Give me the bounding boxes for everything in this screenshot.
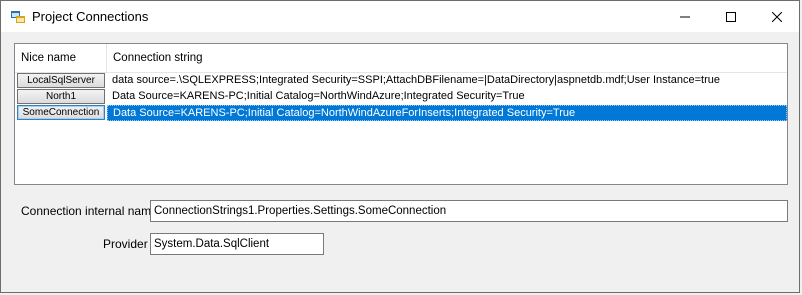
- connection-string-cell[interactable]: Data Source=KARENS-PC;Initial Catalog=No…: [107, 89, 787, 105]
- column-header-connection-string[interactable]: Connection string: [107, 44, 787, 72]
- internal-name-label: Connection internal name: [21, 204, 158, 218]
- internal-name-field[interactable]: ConnectionStrings1.Properties.Settings.S…: [150, 200, 788, 222]
- minimize-icon: [680, 16, 690, 17]
- project-connections-window: Project Connections Nice name Connection…: [0, 0, 800, 293]
- table-row[interactable]: LocalSqlServer data source=.\SQLEXPRESS;…: [15, 73, 787, 89]
- connection-string-cell[interactable]: data source=.\SQLEXPRESS;Integrated Secu…: [107, 73, 787, 89]
- connections-grid[interactable]: Nice name Connection string LocalSqlServ…: [14, 43, 788, 185]
- provider-label: Provider: [103, 237, 148, 251]
- nice-name-button[interactable]: North1: [17, 89, 105, 104]
- maximize-button[interactable]: [708, 1, 754, 32]
- close-icon: [772, 11, 782, 22]
- table-row-selected[interactable]: SomeConnection Data Source=KARENS-PC;Ini…: [15, 105, 787, 121]
- window-title: Project Connections: [32, 9, 149, 24]
- app-window-icon: [11, 11, 25, 23]
- provider-field[interactable]: System.Data.SqlClient: [150, 233, 324, 255]
- table-row[interactable]: North1 Data Source=KARENS-PC;Initial Cat…: [15, 89, 787, 105]
- nice-name-button[interactable]: SomeConnection: [17, 105, 105, 120]
- grid-header: Nice name Connection string: [15, 44, 787, 73]
- nice-name-button[interactable]: LocalSqlServer: [17, 73, 105, 88]
- column-header-nice-name[interactable]: Nice name: [15, 44, 107, 72]
- maximize-icon: [726, 11, 736, 22]
- connection-string-cell[interactable]: Data Source=KARENS-PC;Initial Catalog=No…: [107, 105, 787, 121]
- close-button[interactable]: [754, 1, 800, 32]
- title-bar[interactable]: Project Connections: [1, 1, 799, 32]
- minimize-button[interactable]: [662, 1, 708, 32]
